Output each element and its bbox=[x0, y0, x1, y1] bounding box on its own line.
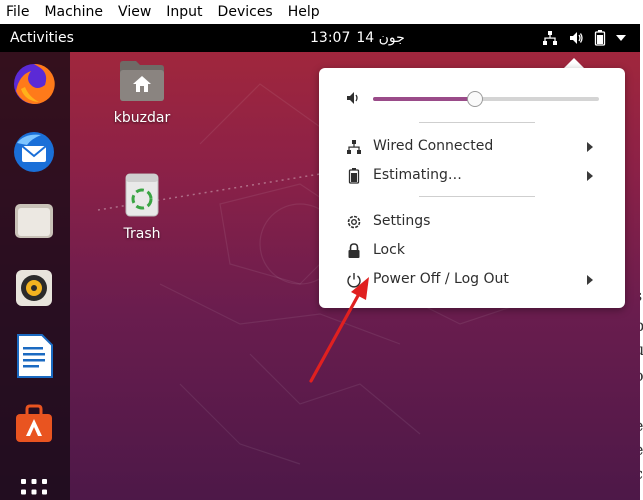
submenu-arrow-icon bbox=[587, 171, 593, 181]
host-menubar: File Machine View Input Devices Help bbox=[0, 0, 643, 24]
system-menu-popover: Wired Connected Estimating… Settings Loc… bbox=[319, 68, 625, 308]
menu-item-lock[interactable]: Lock bbox=[319, 238, 625, 264]
clock-date: 14 جون bbox=[356, 30, 405, 46]
firefox-icon[interactable] bbox=[10, 60, 58, 108]
guest-desktop: Activities 13:07 14 جون kbuzdar Trash Wi… bbox=[0, 24, 640, 500]
clock-time: 13:07 bbox=[310, 30, 351, 46]
host-menu-help[interactable]: Help bbox=[288, 4, 320, 20]
network-icon[interactable] bbox=[542, 24, 558, 52]
lock-icon bbox=[345, 242, 363, 260]
submenu-arrow-icon bbox=[587, 142, 593, 152]
thunderbird-icon[interactable] bbox=[10, 128, 58, 176]
menu-item-battery[interactable]: Estimating… bbox=[319, 163, 625, 189]
battery-icon bbox=[345, 167, 363, 185]
menu-separator bbox=[419, 122, 535, 123]
desktop-icon-trash[interactable]: Trash bbox=[102, 172, 182, 242]
menu-item-label: Estimating… bbox=[373, 167, 462, 183]
ubuntu-software-icon[interactable] bbox=[10, 400, 58, 448]
libreoffice-writer-icon[interactable] bbox=[10, 332, 58, 380]
rhythmbox-icon[interactable] bbox=[10, 264, 58, 312]
menu-item-wired[interactable]: Wired Connected bbox=[319, 134, 625, 160]
menu-separator bbox=[419, 196, 535, 197]
network-icon bbox=[345, 138, 363, 156]
desktop-icon-label: Trash bbox=[123, 226, 161, 242]
volume-slider-handle[interactable] bbox=[466, 91, 483, 107]
volume-icon[interactable] bbox=[568, 24, 584, 52]
top-bar: Activities 13:07 14 جون bbox=[0, 24, 640, 52]
volume-row bbox=[319, 88, 625, 108]
trash-icon bbox=[125, 173, 159, 217]
power-icon bbox=[345, 271, 363, 289]
menu-item-label: Power Off / Log Out bbox=[373, 271, 509, 287]
battery-icon[interactable] bbox=[594, 24, 606, 52]
host-menu-input[interactable]: Input bbox=[166, 4, 202, 20]
volume-icon bbox=[345, 90, 361, 110]
desktop-icon-home[interactable]: kbuzdar bbox=[102, 58, 182, 126]
clock[interactable]: 13:07 14 جون bbox=[310, 30, 405, 46]
show-applications-icon[interactable] bbox=[10, 468, 58, 500]
host-menu-devices[interactable]: Devices bbox=[218, 4, 273, 20]
files-icon[interactable] bbox=[10, 196, 58, 244]
submenu-arrow-icon bbox=[587, 275, 593, 285]
menu-item-power-off[interactable]: Power Off / Log Out bbox=[319, 267, 625, 293]
system-tray[interactable] bbox=[542, 24, 640, 52]
host-menu-file[interactable]: File bbox=[6, 4, 29, 20]
volume-slider[interactable] bbox=[373, 91, 599, 107]
popover-arrow bbox=[564, 58, 584, 68]
menu-item-label: Lock bbox=[373, 242, 405, 258]
activities-button[interactable]: Activities bbox=[10, 30, 74, 46]
settings-icon bbox=[345, 213, 363, 231]
dropdown-icon[interactable] bbox=[616, 24, 626, 52]
menu-item-label: Wired Connected bbox=[373, 138, 494, 154]
host-menu-view[interactable]: View bbox=[118, 4, 151, 20]
dock bbox=[0, 52, 70, 500]
desktop-icon-label: kbuzdar bbox=[113, 110, 171, 126]
volume-slider-fill bbox=[373, 97, 475, 101]
menu-item-label: Settings bbox=[373, 213, 431, 229]
home-folder-icon bbox=[120, 61, 164, 101]
menu-item-settings[interactable]: Settings bbox=[319, 209, 625, 235]
host-menu-machine[interactable]: Machine bbox=[44, 4, 103, 20]
